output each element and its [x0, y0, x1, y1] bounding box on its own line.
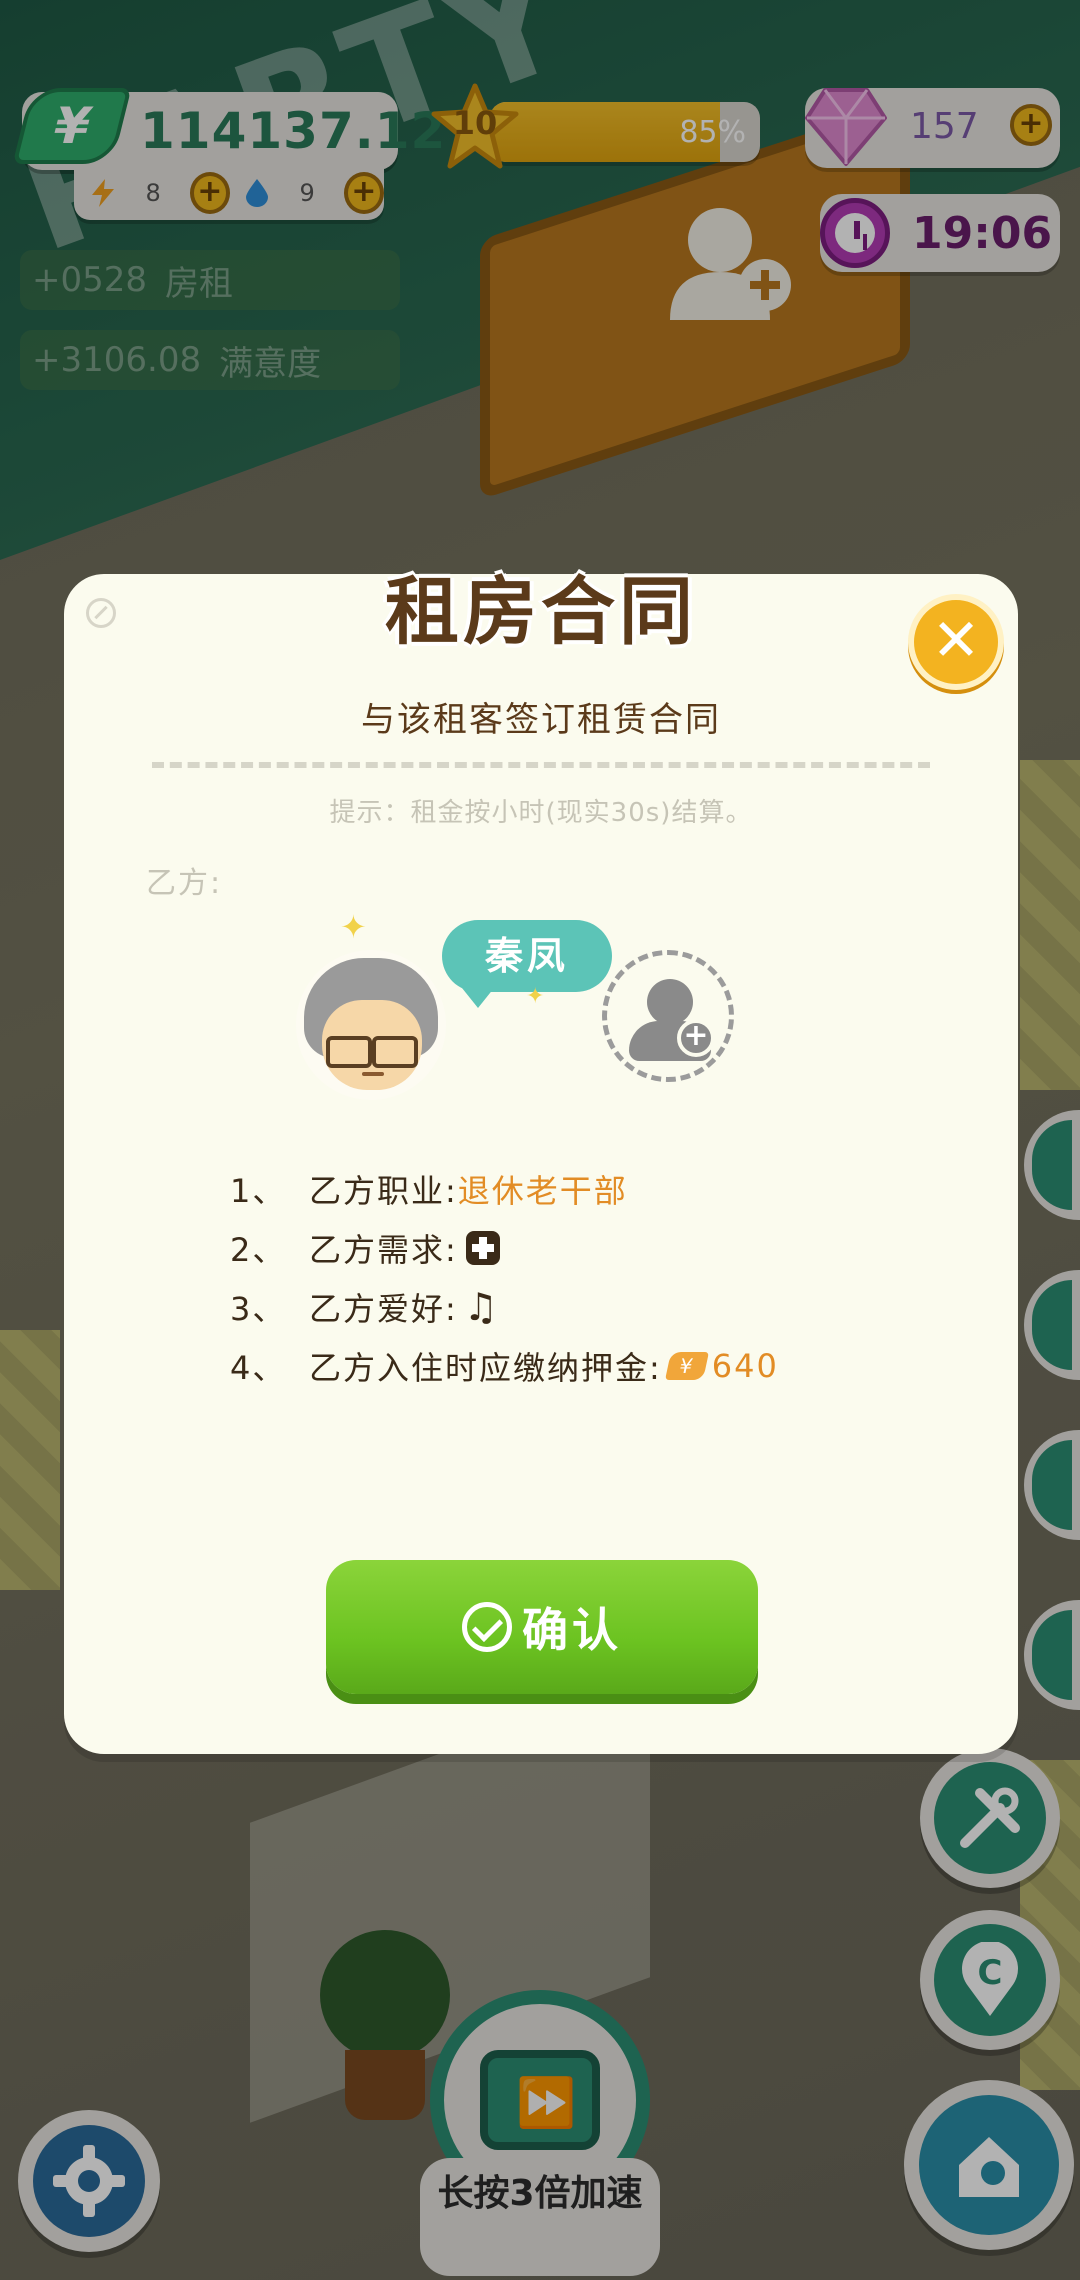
music-note-icon: ♫: [463, 1284, 500, 1329]
money-icon: ¥: [664, 1351, 709, 1380]
deposit-value: 640: [711, 1346, 779, 1385]
dashed-divider: [152, 762, 930, 768]
party-b-label: 乙方:: [146, 866, 223, 901]
occupation-value: 退休老干部: [457, 1171, 628, 1210]
confirm-button[interactable]: 确认: [326, 1560, 758, 1694]
rental-contract-dialog: 租房合同 ✕ 与该租客签订租赁合同 提示：租金按小时(现实30s)结算。 乙方:…: [64, 569, 1018, 1754]
tenant-avatar[interactable]: [296, 950, 446, 1100]
dialog-title: 租房合同: [385, 569, 697, 655]
close-button[interactable]: ✕: [908, 594, 1004, 690]
contract-terms: 1、 乙方职业: 退休老干部 2、 乙方需求: 3、 乙方爱好: ♫ 4、 乙方…: [230, 1159, 779, 1395]
medical-icon: [465, 1230, 500, 1265]
avatar-glasses: [326, 1036, 418, 1068]
dialog-subtitle: 与该租客签订租赁合同: [361, 700, 721, 740]
sparkle-icon: ✦: [340, 908, 367, 946]
rent-hint: 提示：租金按小时(现实30s)结算。: [329, 798, 753, 828]
add-person-icon: +: [677, 1019, 715, 1057]
term-occupation: 1、 乙方职业: 退休老干部: [230, 1159, 779, 1218]
term-deposit: 4、 乙方入住时应缴纳押金: ¥ 640: [230, 1346, 779, 1387]
confirm-label: 确认: [522, 1603, 622, 1657]
tenant-name-bubble: 秦凤: [442, 920, 612, 1008]
sparkle-icon: ✦: [526, 984, 545, 1009]
check-circle-icon: [462, 1602, 512, 1652]
term-hobby: 3、 乙方爱好: ♫: [230, 1284, 500, 1329]
avatar-mouth: [362, 1072, 384, 1076]
term-need: 2、 乙方需求:: [230, 1218, 779, 1277]
add-tenant-button[interactable]: +: [602, 950, 734, 1082]
